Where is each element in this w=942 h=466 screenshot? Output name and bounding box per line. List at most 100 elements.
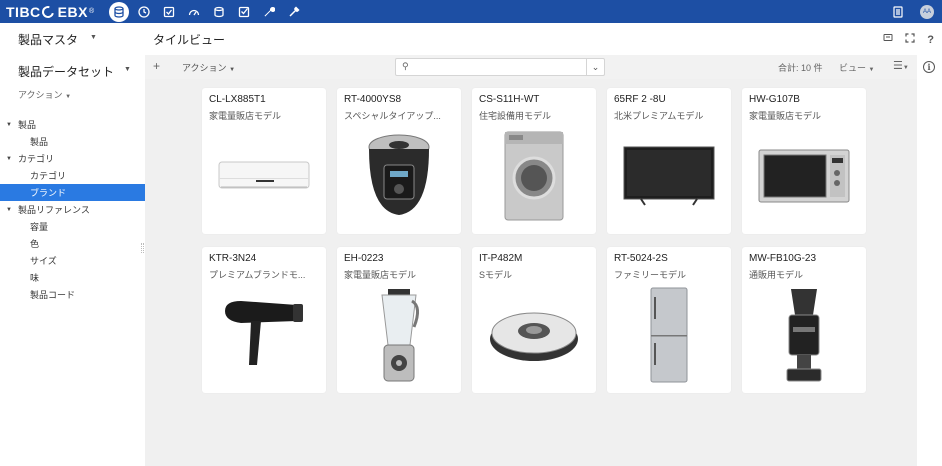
nav-tools-button[interactable]: [281, 0, 306, 23]
tibco-ebx-logo: TIBC EBX ®: [0, 3, 106, 20]
hair-dryer-image: [214, 285, 314, 385]
tile-product-code: 65RF 2 -8U: [614, 94, 666, 105]
tile-product-subtitle: プレミアムブランドモ...: [209, 270, 306, 280]
panel-resize-handle[interactable]: [141, 243, 144, 253]
logo-o-mark: [39, 3, 56, 20]
more-menu-button[interactable]: ☰▼: [893, 59, 909, 72]
tile-product-code: KTR-3N24: [209, 253, 257, 264]
tree-item[interactable]: 容量: [0, 218, 145, 235]
page-title: タイルビュー: [153, 33, 226, 47]
info-icon[interactable]: i: [923, 61, 935, 73]
tree-item-label: 容量: [30, 222, 49, 232]
data-space-title: 製品マスタ: [18, 33, 79, 47]
nav-checklist-button[interactable]: [156, 0, 181, 23]
left-navigation-panel: 製品マスタ ▼ 製品データセット ▼ アクション ▼ ▼ 製品 製品 ▼ カテゴリ カテゴ…: [0, 23, 145, 466]
dataset-selector[interactable]: 製品データセット ▼: [18, 63, 131, 80]
search-box: ⚲ ⌄: [395, 58, 605, 76]
tree-item[interactable]: ▼ 製品: [0, 116, 145, 133]
tree-item[interactable]: サイズ: [0, 252, 145, 269]
tile-product-code: CS-S11H-WT: [479, 94, 540, 105]
database-icon: [108, 1, 129, 22]
tree-item[interactable]: 味: [0, 269, 145, 286]
expand-icon: [905, 33, 915, 43]
tile-product-code: IT-P482M: [479, 253, 523, 264]
tile-product-subtitle: 北米プレミアムモデル: [614, 111, 704, 121]
add-record-button[interactable]: +: [153, 59, 160, 73]
logo-text-ebx: EBX: [57, 3, 88, 20]
task-check-icon: [238, 6, 249, 17]
tree-item-label: 製品: [18, 120, 37, 130]
search-options-button[interactable]: ⌄: [586, 59, 604, 75]
data-space-selector[interactable]: 製品マスタ ▼: [18, 31, 97, 48]
tile-view-area: CL-LX885T1 家電量販店モデル RT-4000YS8 スペシャルタイアップ..…: [145, 79, 917, 466]
nav-stack-button[interactable]: [206, 0, 231, 23]
tile-product-subtitle: 家電量販店モデル: [344, 270, 417, 280]
comment-icon: [883, 34, 893, 41]
question-mark-icon: ?: [927, 33, 934, 46]
search-icon: ⚲: [402, 61, 409, 71]
view-menu-label: ビュー: [839, 63, 867, 73]
clock-icon: [137, 5, 150, 18]
nav-tasks-button[interactable]: [231, 0, 256, 23]
product-tile[interactable]: KTR-3N24 プレミアムブランドモ...: [202, 247, 326, 393]
document-list-button[interactable]: [885, 0, 910, 23]
product-tile[interactable]: RT-4000YS8 スペシャルタイアップ...: [337, 88, 461, 234]
chevron-down-icon: ▼: [124, 66, 131, 73]
comment-button[interactable]: [883, 33, 893, 46]
user-avatar[interactable]: AA: [920, 4, 934, 19]
tile-product-code: RT-4000YS8: [344, 94, 402, 105]
caret-down-icon: ▼: [868, 67, 875, 73]
tree-item[interactable]: ▼ 製品リファレンス: [0, 201, 145, 218]
dataset-title: 製品データセット: [18, 65, 115, 79]
dataset-action-menu[interactable]: アクション ▼: [18, 88, 71, 101]
product-tile[interactable]: CS-S11H-WT 住宅設備用モデル: [472, 88, 596, 234]
expand-arrow-icon[interactable]: ▼: [6, 156, 18, 162]
tree-item-label: 味: [30, 273, 40, 283]
table-action-menu[interactable]: アクション ▼: [182, 61, 235, 74]
logo-trademark: ®: [88, 8, 95, 15]
tile-product-code: EH-0223: [344, 253, 384, 264]
top-right-area: AA: [885, 0, 942, 23]
fullscreen-button[interactable]: [905, 33, 915, 46]
caret-down-icon: ▼: [229, 67, 236, 73]
tree-item-label: カテゴリ: [30, 171, 67, 181]
tree-item[interactable]: ブランド: [0, 184, 145, 201]
tree-item-label: 色: [30, 239, 40, 249]
search-input[interactable]: [414, 60, 582, 74]
header-icons: ?: [883, 33, 934, 46]
tile-product-code: MW-FB10G-23: [749, 253, 817, 264]
logo-text-tibc: TIBC: [6, 3, 41, 20]
tile-product-subtitle: 家電量販店モデル: [209, 111, 282, 121]
product-tile[interactable]: RT-5024-2S ファミリーモデル: [607, 247, 731, 393]
expand-arrow-icon[interactable]: ▼: [6, 122, 18, 128]
expand-arrow-icon[interactable]: ▼: [6, 207, 18, 213]
document-list-icon: [892, 5, 903, 18]
tree-item[interactable]: 製品: [0, 133, 145, 150]
tree-item[interactable]: 製品コード: [0, 286, 145, 303]
help-button[interactable]: ?: [927, 34, 934, 46]
nav-history-button[interactable]: [131, 0, 156, 23]
nav-admin-button[interactable]: [256, 0, 281, 23]
product-tile[interactable]: IT-P482M Sモデル: [472, 247, 596, 393]
nav-data-button[interactable]: [106, 0, 131, 23]
product-tile[interactable]: MW-FB10G-23 通販用モデル: [742, 247, 866, 393]
tree-item[interactable]: ▼ カテゴリ: [0, 150, 145, 167]
product-tile[interactable]: EH-0223 家電量販店モデル: [337, 247, 461, 393]
chevron-down-icon: ⌄: [591, 61, 600, 72]
tools-icon: [288, 5, 300, 17]
product-tile[interactable]: 65RF 2 -8U 北米プレミアムモデル: [607, 88, 731, 234]
chevron-down-icon: ▼: [90, 34, 97, 41]
product-tile[interactable]: CL-LX885T1 家電量販店モデル: [202, 88, 326, 234]
tree-item-label: サイズ: [30, 256, 57, 266]
checklist-icon: [163, 6, 174, 17]
right-sidebar: i: [917, 55, 942, 466]
view-menu[interactable]: ビュー ▼: [839, 61, 874, 74]
tree-item[interactable]: 色: [0, 235, 145, 252]
television-image: [619, 126, 719, 226]
nav-dashboard-button[interactable]: [181, 0, 206, 23]
tile-product-code: RT-5024-2S: [614, 253, 668, 264]
tree-item[interactable]: カテゴリ: [0, 167, 145, 184]
microwave-image: [754, 126, 854, 226]
product-tile[interactable]: HW-G107B 家電量販店モデル: [742, 88, 866, 234]
tree-item-label: 製品: [30, 137, 49, 147]
